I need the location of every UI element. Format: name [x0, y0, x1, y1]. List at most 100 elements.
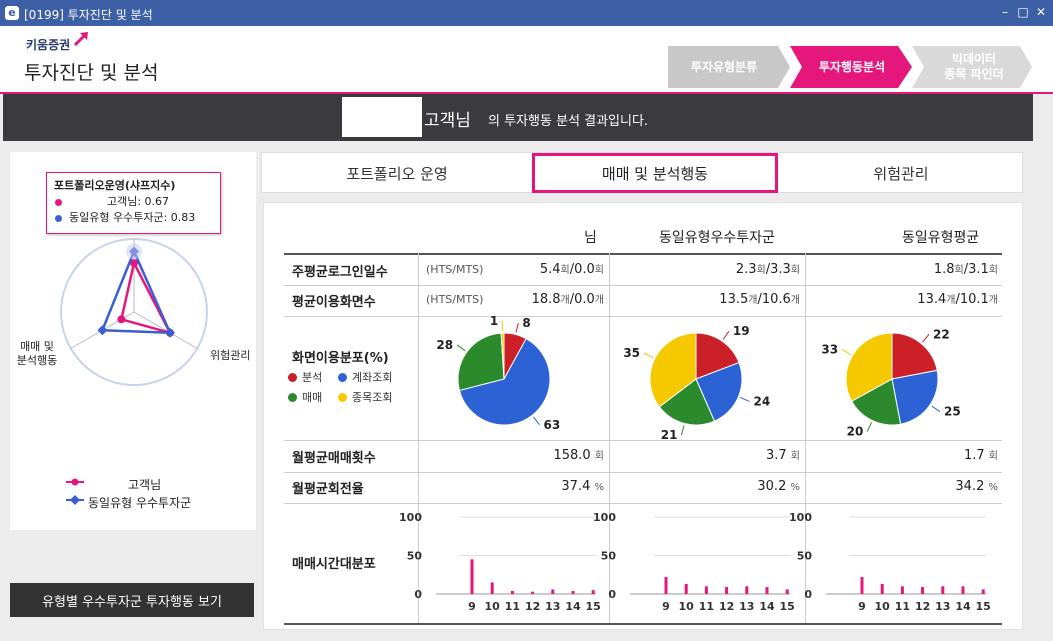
bar-x-tick: 10: [679, 600, 695, 613]
value: 0.0: [574, 262, 595, 277]
screens-top-group: 13.5개/10.6개: [719, 292, 800, 307]
minimize-icon[interactable]: –: [998, 4, 1012, 20]
turnover-average: 34.2 %: [882, 479, 998, 494]
analysis-table: 님 동일유형우수투자군 동일유형평균 주평균로그인일수 (HTS/MTS) 5.…: [263, 202, 1023, 630]
tooltip-group-dot: [55, 215, 62, 222]
bar-y-tick: 50: [407, 550, 423, 563]
pie-leader-line: [931, 405, 941, 413]
pie-leader-line: [515, 322, 519, 333]
customer-name-box: [342, 97, 422, 137]
bar-x-tick: 15: [780, 600, 795, 613]
bar: [510, 590, 514, 594]
logo-arrow-icon: [73, 32, 88, 47]
bar: [684, 583, 688, 594]
step-label: 투자행동분석: [818, 59, 886, 74]
col-divider: [609, 253, 610, 623]
pie-slice: [658, 378, 716, 426]
pie-leader-line: [722, 330, 730, 340]
radar-axis-line: [133, 311, 198, 349]
pie-slice: [695, 361, 743, 422]
radar-tooltip: 포트폴리오운영(샤프지수) 고객님: 0.67 동일유형 우수투자군: 0.83: [46, 172, 221, 234]
legend-label: 매매: [302, 391, 323, 404]
pie-legend-analysis: 분석: [288, 369, 322, 385]
pie-label: 35: [623, 346, 640, 360]
maximize-icon[interactable]: □: [1016, 4, 1030, 20]
bar: [725, 587, 729, 594]
col-divider: [805, 253, 806, 623]
pie-slice: [458, 338, 551, 426]
radar-legend-group: 동일유형 우수투자군: [88, 496, 192, 510]
row-label-screens: 평균이용화면수: [292, 295, 376, 310]
pie-slice: [851, 378, 902, 426]
bar-x-tick: 13: [545, 600, 560, 613]
bar-y-tick: 100: [593, 511, 616, 524]
hts-tag: (HTS/MTS): [426, 263, 484, 276]
view-top-investor-behavior-button[interactable]: 유형별 우수투자군 투자행동 보기: [10, 583, 254, 617]
bar-x-tick: 11: [699, 600, 714, 613]
pie-leader-line: [922, 333, 930, 343]
unit: 회: [594, 265, 604, 276]
row-label-trades: 월평균매매횟수: [292, 451, 376, 466]
bar-x-tick: 9: [858, 600, 866, 613]
pie-leader-line: [643, 352, 654, 359]
app-header: 키움증권 투자진단 및 분석 투자유형분류 투자행동분석 빅데이터 종목 파인더: [0, 26, 1053, 92]
hts-tag: (HTS/MTS): [426, 293, 484, 306]
unit: %: [594, 482, 604, 493]
col-divider: [418, 253, 419, 623]
pie-leader-line: [456, 344, 466, 352]
unit: 개: [790, 295, 800, 306]
tab-portfolio[interactable]: 포트폴리오 운영: [262, 153, 532, 193]
bar-x-tick: 9: [468, 600, 476, 613]
row-label-distribution: 화면이용분포(%): [292, 351, 389, 366]
value: 13.5: [719, 292, 749, 307]
trades-customer: 158.0 회: [494, 447, 604, 463]
radar-legend-markers: [66, 478, 84, 505]
value: 1.7: [963, 448, 985, 463]
tab-risk[interactable]: 위험관리: [778, 153, 1024, 193]
unit: %: [790, 482, 800, 493]
value: 2.3: [735, 262, 757, 277]
legend-label: 분석: [302, 371, 323, 384]
radar-axis-trading-line1: 매매 및: [20, 340, 54, 353]
close-icon[interactable]: ✕: [1034, 4, 1048, 20]
pie-leader-line: [866, 422, 873, 432]
bar: [551, 589, 555, 594]
pie-slice: [695, 332, 740, 380]
turnover-customer: 37.4 %: [494, 479, 604, 494]
col-header-average: 동일유형평균: [902, 230, 980, 246]
bar: [765, 587, 769, 594]
pie-label: 22: [933, 327, 950, 341]
pie-leader-line: [740, 397, 750, 402]
step-type-classification[interactable]: 투자유형분류: [672, 46, 776, 88]
unit: 개: [988, 295, 998, 306]
login-customer: 5.4회/0.0회: [539, 262, 604, 277]
value: 10.1: [959, 292, 989, 307]
pie-slice: [457, 332, 505, 392]
bar: [571, 590, 575, 594]
trades-top-group: 3.7 회: [684, 447, 800, 463]
bar: [531, 591, 535, 594]
bar-x-tick: 12: [719, 600, 734, 613]
value: 34.2: [955, 479, 985, 494]
pie-label: 33: [821, 342, 838, 356]
step-bigdata-finder[interactable]: 빅데이터 종목 파인더: [922, 46, 1026, 88]
unit: 개: [560, 295, 570, 306]
pie-label: 8: [522, 316, 530, 330]
step-behavior-analysis[interactable]: 투자행동분석: [800, 46, 904, 88]
pie-label: 19: [733, 324, 750, 338]
page-title: 투자진단 및 분석: [24, 62, 159, 84]
tab-trading-analysis[interactable]: 매매 및 분석행동: [532, 153, 778, 193]
pie-label: 20: [847, 424, 864, 438]
value: 3.7: [765, 448, 787, 463]
bar-x-tick: 15: [586, 600, 601, 613]
bar-x-tick: 14: [565, 600, 581, 613]
unit: 회: [756, 265, 766, 276]
bar-x-tick: 13: [739, 600, 754, 613]
value: 10.6: [761, 292, 791, 307]
row-label-login: 주평균로그인일수: [292, 265, 388, 280]
tab-bar: 포트폴리오 운영 매매 및 분석행동 위험관리: [261, 152, 1023, 193]
row-divider: [284, 440, 1002, 441]
login-average: 1.8회/3.1회: [933, 262, 998, 277]
screens-customer: 18.8개/0.0개: [531, 292, 604, 307]
unit: 회: [790, 451, 800, 462]
